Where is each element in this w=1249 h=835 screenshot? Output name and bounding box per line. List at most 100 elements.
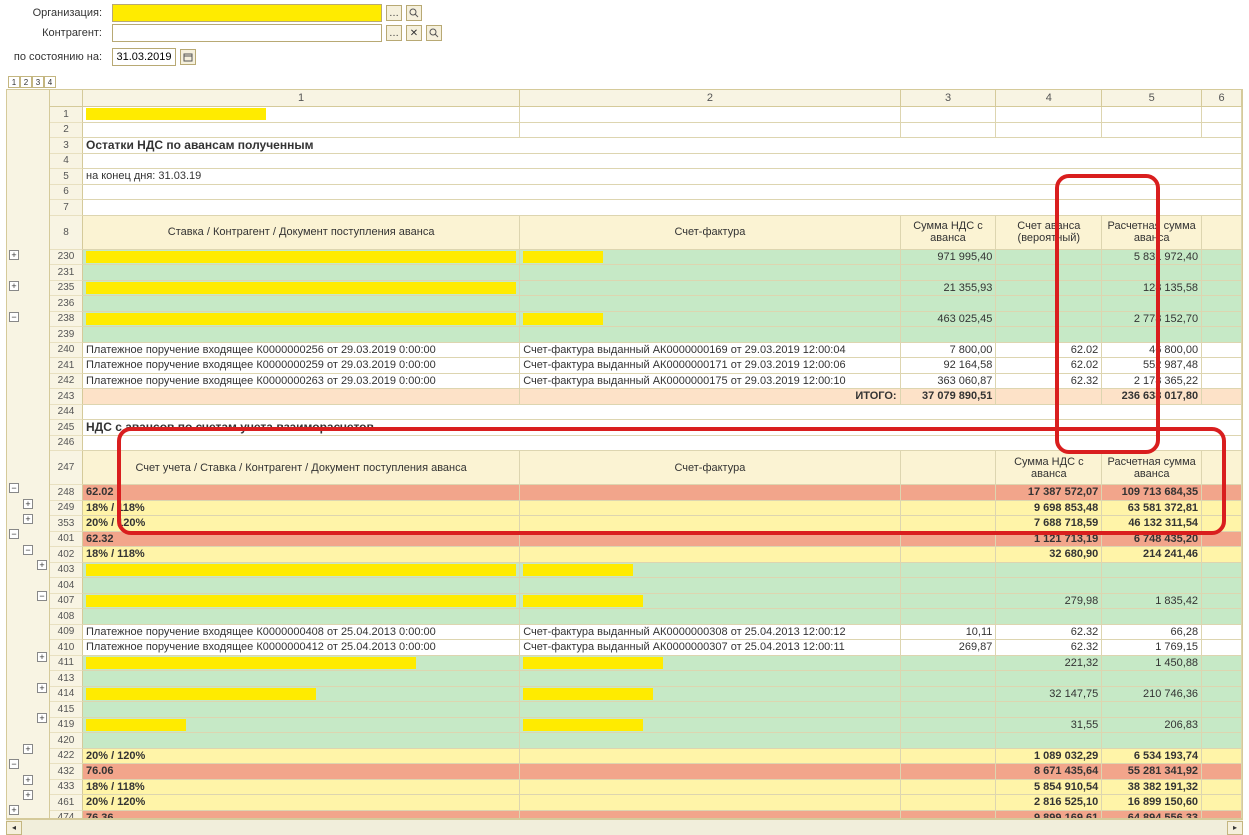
row-number[interactable]: 411 xyxy=(50,656,83,672)
expand-icon[interactable]: + xyxy=(9,805,19,815)
expand-icon[interactable]: + xyxy=(23,790,33,800)
table-row[interactable]: 23521 355,93128 135,58 xyxy=(50,281,1242,297)
contr-ellipsis-icon[interactable]: … xyxy=(386,25,402,41)
row-number[interactable]: 8 xyxy=(50,216,83,250)
table-row[interactable]: 1 xyxy=(50,107,1242,123)
table-row[interactable]: 247Счет учета / Ставка / Контрагент / До… xyxy=(50,451,1242,485)
table-row[interactable]: 40218% / 118%32 680,90214 241,46 xyxy=(50,547,1242,563)
col-header-2[interactable]: 2 xyxy=(520,90,900,106)
table-row[interactable]: 241Платежное поручение входящее К0000000… xyxy=(50,358,1242,374)
expand-icon[interactable]: + xyxy=(37,683,47,693)
table-row[interactable]: 43276.068 671 435,6455 281 341,92 xyxy=(50,764,1242,780)
row-number[interactable]: 408 xyxy=(50,609,83,625)
row-number[interactable]: 249 xyxy=(50,501,83,517)
row-number[interactable]: 407 xyxy=(50,594,83,610)
expand-icon[interactable]: + xyxy=(23,499,33,509)
table-row[interactable]: 420 xyxy=(50,733,1242,749)
table-row[interactable]: 42220% / 120%1 089 032,296 534 193,74 xyxy=(50,749,1242,765)
row-number[interactable]: 243 xyxy=(50,389,83,405)
table-row[interactable]: 415 xyxy=(50,702,1242,718)
table-row[interactable]: 46120% / 120%2 816 525,1016 899 150,60 xyxy=(50,795,1242,811)
row-number[interactable]: 230 xyxy=(50,250,83,266)
table-row[interactable]: 47476.369 899 169,6164 894 556,33 xyxy=(50,811,1242,819)
table-row[interactable]: 403 xyxy=(50,563,1242,579)
org-search-icon[interactable] xyxy=(406,5,422,21)
table-row[interactable]: 40162.321 121 713,196 748 435,20 xyxy=(50,532,1242,548)
expand-icon[interactable]: + xyxy=(9,281,19,291)
table-row[interactable]: 246 xyxy=(50,436,1242,452)
contr-search-icon[interactable] xyxy=(426,25,442,41)
row-number[interactable]: 236 xyxy=(50,296,83,312)
row-number[interactable]: 244 xyxy=(50,405,83,421)
row-number[interactable]: 240 xyxy=(50,343,83,359)
row-number[interactable]: 5 xyxy=(50,169,83,185)
row-number[interactable]: 410 xyxy=(50,640,83,656)
table-row[interactable]: 245НДС с авансов по счетам учета взаимор… xyxy=(50,420,1242,436)
table-row[interactable]: 244 xyxy=(50,405,1242,421)
collapse-icon[interactable]: − xyxy=(9,759,19,769)
org-input[interactable] xyxy=(112,4,382,22)
outline-level-4[interactable]: 4 xyxy=(44,76,56,88)
collapse-icon[interactable]: − xyxy=(23,545,33,555)
contr-clear-icon[interactable]: ✕ xyxy=(406,25,422,41)
row-number[interactable]: 247 xyxy=(50,451,83,485)
row-number[interactable]: 2 xyxy=(50,123,83,139)
row-number[interactable]: 231 xyxy=(50,265,83,281)
col-header-5[interactable]: 5 xyxy=(1102,90,1202,106)
calendar-icon[interactable] xyxy=(180,49,196,65)
horizontal-scrollbar[interactable]: ◂ ▸ xyxy=(6,819,1243,835)
col-header-1[interactable]: 1 xyxy=(83,90,520,106)
table-row[interactable]: 8Ставка / Контрагент / Документ поступле… xyxy=(50,216,1242,250)
row-number[interactable]: 1 xyxy=(50,107,83,123)
row-number[interactable]: 4 xyxy=(50,154,83,170)
table-row[interactable]: 35320% / 120%7 688 718,5946 132 311,54 xyxy=(50,516,1242,532)
contr-input[interactable] xyxy=(112,24,382,42)
scroll-right-icon[interactable]: ▸ xyxy=(1227,821,1243,835)
collapse-icon[interactable]: − xyxy=(9,529,19,539)
row-number[interactable]: 432 xyxy=(50,764,83,780)
row-number[interactable]: 6 xyxy=(50,185,83,201)
table-row[interactable]: 408 xyxy=(50,609,1242,625)
outline-level-1[interactable]: 1 xyxy=(8,76,20,88)
table-row[interactable]: 6 xyxy=(50,185,1242,201)
row-number[interactable]: 242 xyxy=(50,374,83,390)
table-row[interactable]: 24862.0217 387 572,07109 713 684,35 xyxy=(50,485,1242,501)
row-number[interactable]: 415 xyxy=(50,702,83,718)
row-number[interactable]: 419 xyxy=(50,718,83,734)
table-row[interactable]: 230971 995,405 831 972,40 xyxy=(50,250,1242,266)
row-number[interactable]: 401 xyxy=(50,532,83,548)
table-row[interactable]: 243ИТОГО:37 079 890,51236 638 017,80 xyxy=(50,389,1242,405)
row-number[interactable]: 246 xyxy=(50,436,83,452)
row-number[interactable]: 409 xyxy=(50,625,83,641)
row-number[interactable]: 433 xyxy=(50,780,83,796)
table-row[interactable]: 404 xyxy=(50,578,1242,594)
row-number[interactable]: 235 xyxy=(50,281,83,297)
table-row[interactable]: 7 xyxy=(50,200,1242,216)
col-header-3[interactable]: 3 xyxy=(901,90,997,106)
table-row[interactable]: 24918% / 118%9 698 853,4863 581 372,81 xyxy=(50,501,1242,517)
collapse-icon[interactable]: − xyxy=(9,483,19,493)
table-row[interactable]: 2 xyxy=(50,123,1242,139)
row-number[interactable]: 414 xyxy=(50,687,83,703)
table-row[interactable]: 240Платежное поручение входящее К0000000… xyxy=(50,343,1242,359)
outline-level-3[interactable]: 3 xyxy=(32,76,44,88)
table-row[interactable]: 407279,981 835,42 xyxy=(50,594,1242,610)
row-number[interactable]: 245 xyxy=(50,420,83,436)
table-row[interactable]: 239 xyxy=(50,327,1242,343)
table-row[interactable]: 242Платежное поручение входящее К0000000… xyxy=(50,374,1242,390)
collapse-icon[interactable]: − xyxy=(9,312,19,322)
table-row[interactable]: 410Платежное поручение входящее К0000000… xyxy=(50,640,1242,656)
collapse-icon[interactable]: − xyxy=(37,591,47,601)
col-header-4[interactable]: 4 xyxy=(996,90,1102,106)
col-header-6[interactable]: 6 xyxy=(1202,90,1242,106)
row-number[interactable]: 238 xyxy=(50,312,83,328)
date-input[interactable] xyxy=(112,48,176,66)
expand-icon[interactable]: + xyxy=(37,713,47,723)
table-row[interactable]: 238463 025,452 778 152,70 xyxy=(50,312,1242,328)
table-row[interactable]: 5на конец дня: 31.03.19 xyxy=(50,169,1242,185)
row-number[interactable]: 420 xyxy=(50,733,83,749)
row-number[interactable]: 239 xyxy=(50,327,83,343)
table-row[interactable]: 41931,55206,83 xyxy=(50,718,1242,734)
table-row[interactable]: 411221,321 450,88 xyxy=(50,656,1242,672)
table-row[interactable]: 3Остатки НДС по авансам полученным xyxy=(50,138,1242,154)
